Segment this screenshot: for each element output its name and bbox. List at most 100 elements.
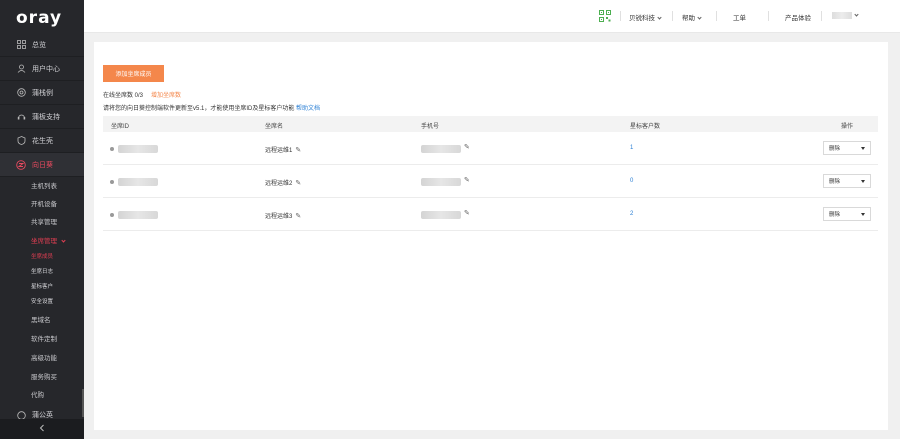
seat-name-cell: 远程运维2 ✎ (265, 178, 301, 187)
seat-name: 远程运维3 (265, 214, 293, 220)
notice-text: 请将您的向日葵控制端软件更新至v5.1，才能使用坐席ID及星标客户功能 (103, 106, 295, 112)
star-client-count[interactable]: 0 (630, 178, 633, 184)
ticket-link[interactable]: 工单 (733, 12, 746, 22)
sidebar-subitem-star-clients[interactable]: 星标客户 (31, 282, 53, 290)
status-dot (110, 180, 114, 184)
sidebar-item-overview[interactable]: 总览 (0, 33, 84, 57)
sidebar-subitem-seat-members[interactable]: 坐席成员 (31, 252, 53, 260)
pencil-icon[interactable]: ✎ (295, 146, 301, 154)
sidebar-subitem-host-list[interactable]: 主机列表 (31, 180, 57, 190)
add-seat-member-button[interactable]: 添加坐席成员 (103, 65, 164, 82)
sidebar-subitem-advanced[interactable]: 高级功能 (31, 352, 57, 362)
sidebar-collapse-button[interactable] (0, 419, 84, 439)
divider (716, 11, 717, 21)
seat-name: 远程运维2 (265, 181, 293, 187)
dropdown-arrow-icon (861, 180, 865, 183)
seat-quota: 在线坐席数 0/3 增加坐席数 (103, 90, 181, 99)
column-header: 坐席ID (111, 124, 130, 130)
oray-logo[interactable]: oray (0, 0, 84, 33)
feedback-link[interactable]: 产品体验 (785, 12, 811, 22)
sidebar-scrollbar[interactable] (82, 389, 84, 417)
action-select[interactable]: 删除 (823, 207, 871, 221)
help-doc-link[interactable]: 帮助文档 (296, 106, 320, 112)
phone-blurred (421, 211, 461, 219)
sidebar-subitem-security[interactable]: 安全设置 (31, 297, 53, 305)
sidebar-item-hsk[interactable]: 花生壳 (0, 129, 84, 153)
quota-label: 在线坐席数 0/3 (103, 93, 144, 99)
sidebar-item-label: 蒲板支持 (32, 113, 60, 121)
divider (768, 11, 769, 21)
sidebar-subitem-purchase[interactable]: 服务购买 (31, 371, 57, 381)
divider (672, 11, 673, 21)
column-header: 手机号 (421, 124, 440, 130)
main-panel: 添加坐席成员 在线坐席数 0/3 增加坐席数 请将您的向日葵控制端软件更新至v5.… (94, 42, 888, 430)
star-client-count[interactable]: 1 (630, 145, 633, 151)
action-value: 删除 (829, 212, 841, 218)
divider (620, 11, 621, 21)
sidebar-subitem-seat-manage[interactable]: 坐席管理 (31, 235, 66, 245)
sidebar-item-label: 蒲栈例 (32, 89, 53, 97)
help-label: 帮助 (682, 15, 695, 22)
add-seats-link[interactable]: 增加坐席数 (151, 93, 181, 99)
action-value: 删除 (829, 179, 841, 185)
column-header: 坐席名 (265, 124, 284, 130)
sidebar-subitem-blacklist[interactable]: 黑域名 (31, 314, 51, 324)
support-icon (16, 112, 26, 122)
sidebar: oray 总览 用户中心 蒲栈例 蒲板支持 花生壳 向日葵 主机列表 开机设备 … (0, 0, 84, 439)
sidebar-subitem-share[interactable]: 共享管理 (31, 216, 57, 226)
status-dot (110, 147, 114, 151)
top-bar: 贝锐科技 帮助 工单 产品体验 (84, 0, 900, 33)
user-menu[interactable] (832, 12, 859, 19)
user-icon (16, 64, 26, 74)
seat-id-blurred (118, 178, 158, 186)
pencil-icon[interactable]: ✎ (464, 176, 470, 184)
sidebar-item-pgy[interactable]: 蒲栈例 (0, 81, 84, 105)
column-header: 操作 (841, 124, 854, 130)
sidebar-subitem-custom[interactable]: 软件定制 (31, 333, 57, 343)
sidebar-subitem-boot-device[interactable]: 开机设备 (31, 198, 57, 208)
dropdown-arrow-icon (861, 213, 865, 216)
seat-table: 坐席ID 坐席名 手机号 星标客户数 操作 远程运维1 ✎ ✎ 1 删除 远程运维… (103, 116, 878, 231)
pencil-icon[interactable]: ✎ (464, 143, 470, 151)
company-menu[interactable]: 贝锐科技 (629, 12, 662, 22)
chevron-left-icon (38, 424, 46, 434)
pencil-icon[interactable]: ✎ (464, 209, 470, 217)
seat-id-blurred (118, 145, 158, 153)
status-dot (110, 213, 114, 217)
dropdown-arrow-icon (861, 147, 865, 150)
sidebar-subitem-label: 坐席管理 (31, 238, 57, 245)
sunflower-icon (16, 159, 26, 170)
action-select[interactable]: 删除 (823, 141, 871, 155)
shield-icon (16, 136, 26, 146)
chevron-down-icon (697, 15, 702, 20)
column-header: 星标客户数 (630, 124, 661, 130)
divider (821, 11, 822, 21)
table-row: 远程运维3 ✎ ✎ 2 删除 (103, 198, 878, 231)
sidebar-item-label: 花生壳 (32, 137, 53, 145)
sidebar-item-label: 向日葵 (32, 161, 53, 169)
sidebar-item-user-center[interactable]: 用户中心 (0, 57, 84, 81)
table-header: 坐席ID 坐席名 手机号 星标客户数 操作 (103, 116, 878, 132)
username-blurred (832, 12, 852, 19)
help-menu[interactable]: 帮助 (682, 12, 702, 22)
sidebar-item-sunlogin[interactable]: 向日葵 (0, 153, 84, 177)
target-icon (16, 88, 26, 98)
seat-name: 远程运维1 (265, 148, 293, 154)
pencil-icon[interactable]: ✎ (295, 179, 301, 187)
update-notice: 请将您的向日葵控制端软件更新至v5.1，才能使用坐席ID及星标客户功能 帮助文档 (103, 103, 320, 112)
sidebar-item-label: 总览 (32, 41, 46, 49)
chevron-down-icon (657, 15, 662, 20)
grid-icon (16, 40, 26, 50)
table-row: 远程运维2 ✎ ✎ 0 删除 (103, 165, 878, 198)
star-client-count[interactable]: 2 (630, 211, 633, 217)
phone-blurred (421, 178, 461, 186)
sidebar-item-support[interactable]: 蒲板支持 (0, 105, 84, 129)
action-select[interactable]: 删除 (823, 174, 871, 188)
sidebar-item-label: 用户中心 (32, 65, 60, 73)
qr-code-icon[interactable] (599, 10, 611, 24)
company-label: 贝锐科技 (629, 15, 655, 22)
pencil-icon[interactable]: ✎ (295, 212, 301, 220)
sidebar-subitem-seat-log[interactable]: 坐席日志 (31, 267, 53, 275)
chevron-down-icon (854, 12, 859, 17)
sidebar-subitem-proxy[interactable]: 代购 (31, 389, 44, 399)
